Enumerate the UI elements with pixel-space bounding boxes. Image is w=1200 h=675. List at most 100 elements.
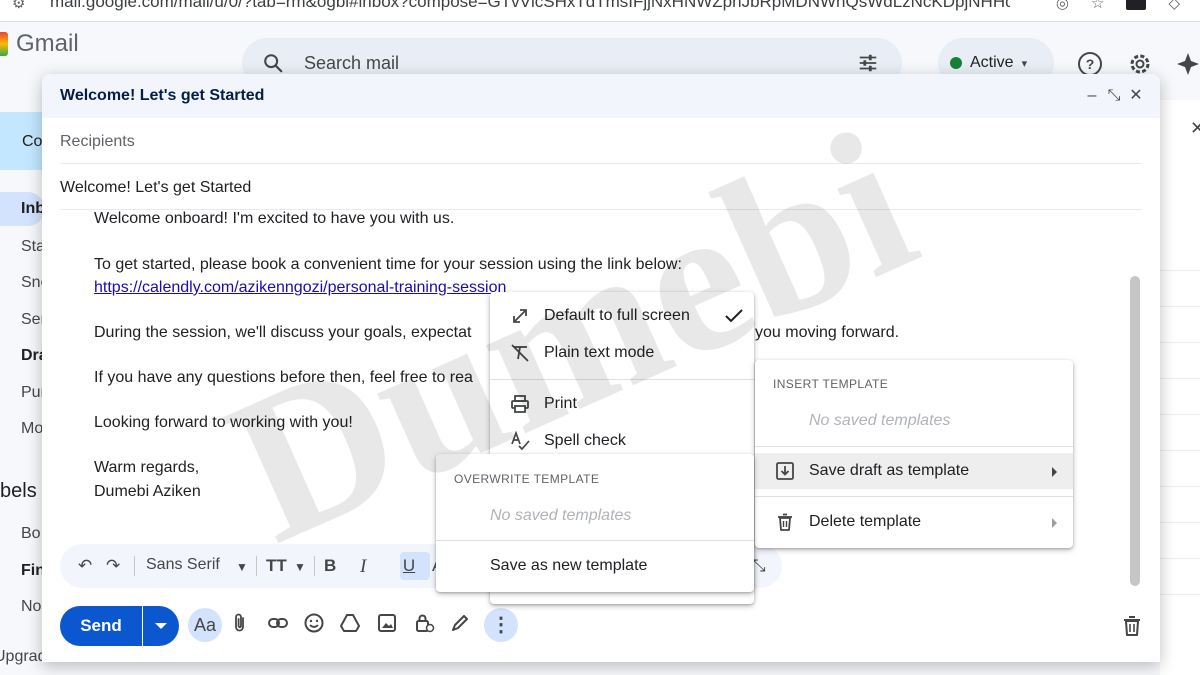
body-line[interactable]: Dumebi Aziken [94,483,201,501]
insert-photo-icon[interactable] [373,612,401,640]
discard-draft-trash-icon[interactable] [1118,612,1146,640]
menu-item-plain-text[interactable]: Plain text mode [490,335,754,371]
puzzle-icon[interactable]: ◇ [1168,0,1180,12]
body-line[interactable]: Welcome onboard! I'm excited to have you… [94,210,454,228]
menu-divider [490,379,754,380]
body-line[interactable]: Looking forward to working with you! [94,414,353,432]
menu-item-label: Default to full screen [544,307,690,324]
menu-item-print[interactable]: Print [490,386,754,422]
label-item-1[interactable]: Bo [21,525,43,543]
bold-button[interactable]: B [324,556,336,576]
more-options-button[interactable]: ⋮ [484,608,518,642]
search-input[interactable]: Search mail [304,53,399,74]
sidebar-item-sent[interactable]: Sen [21,311,43,329]
chevron-down-icon[interactable]: ▼ [236,560,248,574]
plain-text-icon [511,344,529,362]
chevron-down-icon[interactable]: ▼ [294,560,306,574]
send-button[interactable]: Send [60,606,142,646]
row-divider [1160,450,1200,451]
insert-link-icon[interactable] [264,612,292,640]
label-item-3[interactable]: No [21,598,43,616]
font-family-select[interactable]: Sans Serif [146,556,220,574]
calendly-link[interactable]: https://calendly.com/azikenngozi/persona… [94,279,506,297]
extension-icon[interactable] [1126,0,1147,10]
site-info-icon[interactable]: ⚙ [12,0,25,12]
url-text[interactable]: mail.google.com/mail/u/0/?tab=rm&ogbl#in… [50,0,1010,12]
text-size-icon[interactable]: TT [266,556,287,576]
subject-row[interactable]: Welcome! Let's get Started [60,164,1142,210]
save-download-icon [776,462,794,480]
redo-icon[interactable]: ↷ [106,556,120,576]
row-divider [1160,414,1200,415]
menu-item-save-as-new-template[interactable]: Save as new template [436,548,754,584]
row-divider [1160,486,1200,487]
attach-file-icon[interactable] [226,612,254,640]
browser-address-bar[interactable]: ⚙ mail.google.com/mail/u/0/?tab=rm&ogbl#… [0,0,1200,22]
confidential-mode-icon[interactable] [410,612,438,640]
overwrite-template-heading: OVERWRITE TEMPLATE [454,472,600,486]
gmail-logo[interactable]: Gmail [0,30,79,58]
chevron-down-icon: ▾ [1021,57,1028,70]
bookmark-star-icon[interactable]: ☆ [1091,0,1104,12]
sidebar-item-purchases[interactable]: Pur [21,384,43,402]
sidebar-item-more[interactable]: Mo [21,420,43,438]
row-divider [1160,270,1200,271]
body-line[interactable]: If you have any questions before then, f… [94,369,473,387]
menu-item-label: Print [544,395,577,412]
body-line-end[interactable]: you moving forward. [755,324,899,342]
sidebar-item-inbox[interactable]: Inb [21,200,43,218]
underline-button[interactable]: U [394,556,424,576]
menu-item-save-draft-as-template[interactable]: Save draft as template [755,453,1073,489]
labels-heading: bels [0,480,37,502]
incognito-icon[interactable]: ◎ [1056,0,1069,12]
submenu-arrow-icon [1052,467,1057,477]
exit-full-screen-icon[interactable]: ⤡ [1104,86,1124,106]
row-divider [1160,558,1200,559]
emoji-icon[interactable] [300,612,328,640]
subject-field[interactable]: Welcome! Let's get Started [60,179,251,197]
minimize-icon[interactable]: – [1082,86,1102,106]
no-saved-templates-text: No saved templates [809,412,951,429]
search-options-icon[interactable] [856,52,880,74]
recipients-row[interactable]: Recipients [60,118,1142,164]
sidebar-item-drafts[interactable]: Dra [21,347,43,365]
body-line[interactable]: To get started, please book a convenient… [94,256,682,274]
google-drive-icon[interactable] [336,612,364,640]
row-divider [1160,378,1200,379]
menu-item-label: Plain text mode [544,344,655,361]
row-divider [1160,594,1200,595]
body-line[interactable]: Warm regards, [94,459,199,477]
sidebar-item-starred[interactable]: Sta [21,238,43,256]
insert-template-heading: INSERT TEMPLATE [773,377,889,391]
print-icon [511,395,529,413]
toolbar-divider [256,556,257,576]
compose-header[interactable]: Welcome! Let's get Started – ⤡ ✕ [42,74,1160,118]
compose-title: Welcome! Let's get Started [60,87,265,104]
menu-item-delete-template[interactable]: Delete template [755,504,1073,540]
signature-pen-icon[interactable] [446,612,474,640]
menu-divider [755,446,1073,447]
gmail-logo-text: Gmail [16,30,79,57]
search-icon[interactable] [262,52,284,74]
active-status-dot [950,57,962,69]
menu-item-full-screen[interactable]: Default to full screen [490,298,754,334]
body-scrollbar[interactable] [1130,276,1140,586]
close-icon[interactable]: ✕ [1126,86,1146,106]
expand-diagonal-icon [513,309,527,323]
label-item-2[interactable]: Fin [21,562,43,580]
sidebar-item-snoozed[interactable]: Sno [21,274,43,292]
italic-button[interactable]: I [360,556,366,578]
toolbar-divider [314,556,315,576]
google-apps-icon[interactable] [1174,50,1200,78]
formatting-options-button[interactable]: Aa [188,608,222,642]
templates-menu: INSERT TEMPLATE No saved templates Save … [755,360,1073,548]
close-icon[interactable]: ✕ [1190,118,1200,139]
menu-item-label: Save as new template [490,557,648,574]
undo-icon[interactable]: ↶ [78,556,92,576]
row-divider [1160,306,1200,307]
remove-formatting-icon[interactable]: ⤡ [752,556,766,576]
recipients-field[interactable]: Recipients [60,133,135,151]
body-line[interactable]: During the session, we'll discuss your g… [94,324,471,342]
schedule-send-button[interactable] [143,606,179,646]
trash-icon [778,513,792,531]
